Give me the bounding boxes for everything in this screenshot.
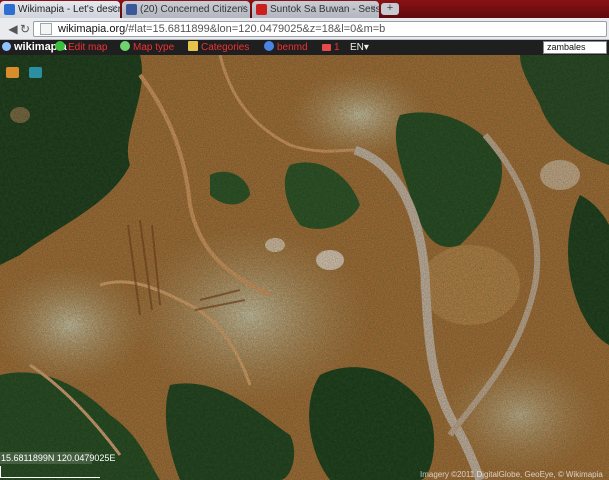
tab-suntok-sa-buwan[interactable]: Suntok Sa Buwan - Session ×: [252, 1, 379, 18]
coordinates-readout: 15.6811899N 120.0479025E: [0, 452, 116, 464]
globe-icon: [55, 41, 65, 51]
imagery-copyright: Imagery ©2011 DigitalGlobe, GeoEye, © Wi…: [420, 470, 603, 479]
messages-button[interactable]: 1: [322, 41, 340, 54]
tab-concerned-citizens[interactable]: (20) Concerned Citizens of ×: [122, 1, 250, 18]
browser-tab-strip: Wikimapia - Let's describe t × (20) Conc…: [0, 0, 609, 18]
close-icon[interactable]: ×: [111, 3, 117, 14]
facebook-favicon-icon: [126, 4, 137, 15]
tab-label: Suntok Sa Buwan - Session: [270, 4, 379, 15]
youtube-favicon-icon: [256, 4, 267, 15]
map-type-label: Map type: [133, 42, 175, 53]
username-label: benmd: [277, 42, 308, 53]
tab-label: Wikimapia - Let's describe t: [18, 4, 120, 15]
layers-icon[interactable]: [29, 67, 43, 78]
address-bar[interactable]: wikimapia.org/#lat=15.6811899&lon=120.04…: [33, 21, 607, 37]
page-icon: [40, 23, 52, 35]
messages-count: 1: [334, 42, 340, 53]
ruler-icon[interactable]: [6, 67, 19, 78]
browser-toolbar: ◀ ↻ wikimapia.org/#lat=15.6811899&lon=12…: [0, 18, 609, 40]
close-icon[interactable]: ×: [241, 3, 247, 14]
address-path: /#lat=15.6811899&lon=120.0479025&z=18&l=…: [125, 23, 386, 35]
edit-map-label: Edit map: [68, 42, 108, 53]
satellite-imagery: [0, 55, 609, 480]
edit-map-button[interactable]: Edit map: [55, 41, 107, 54]
map-type-button[interactable]: Map type: [120, 41, 174, 54]
address-host: wikimapia.org: [58, 23, 126, 35]
categories-label: Categories: [201, 42, 250, 53]
categories-icon: [188, 41, 198, 51]
tab-label: (20) Concerned Citizens of: [140, 4, 250, 15]
new-tab-button[interactable]: +: [381, 3, 399, 15]
user-icon: [264, 41, 274, 51]
categories-button[interactable]: Categories: [188, 41, 249, 54]
tab-wikimapia[interactable]: Wikimapia - Let's describe t ×: [0, 1, 120, 18]
map-tools: [6, 65, 48, 83]
language-selector[interactable]: EN▾: [350, 41, 369, 54]
reload-icon[interactable]: ↻: [18, 22, 32, 36]
wikimapia-logo-icon: [2, 42, 11, 51]
close-icon[interactable]: ×: [370, 3, 376, 14]
map-type-icon: [120, 41, 130, 51]
messages-icon: [322, 44, 331, 51]
satellite-map[interactable]: 15.6811899N 120.0479025E Imagery ©2011 D…: [0, 55, 609, 480]
search-input[interactable]: zambales: [543, 41, 607, 54]
user-menu-button[interactable]: benmd: [264, 41, 308, 54]
scale-bar: [0, 466, 100, 478]
wikimapia-toolbar: wikimapia Edit map Map type Categories b…: [0, 40, 609, 55]
wikimapia-favicon-icon: [4, 4, 15, 15]
